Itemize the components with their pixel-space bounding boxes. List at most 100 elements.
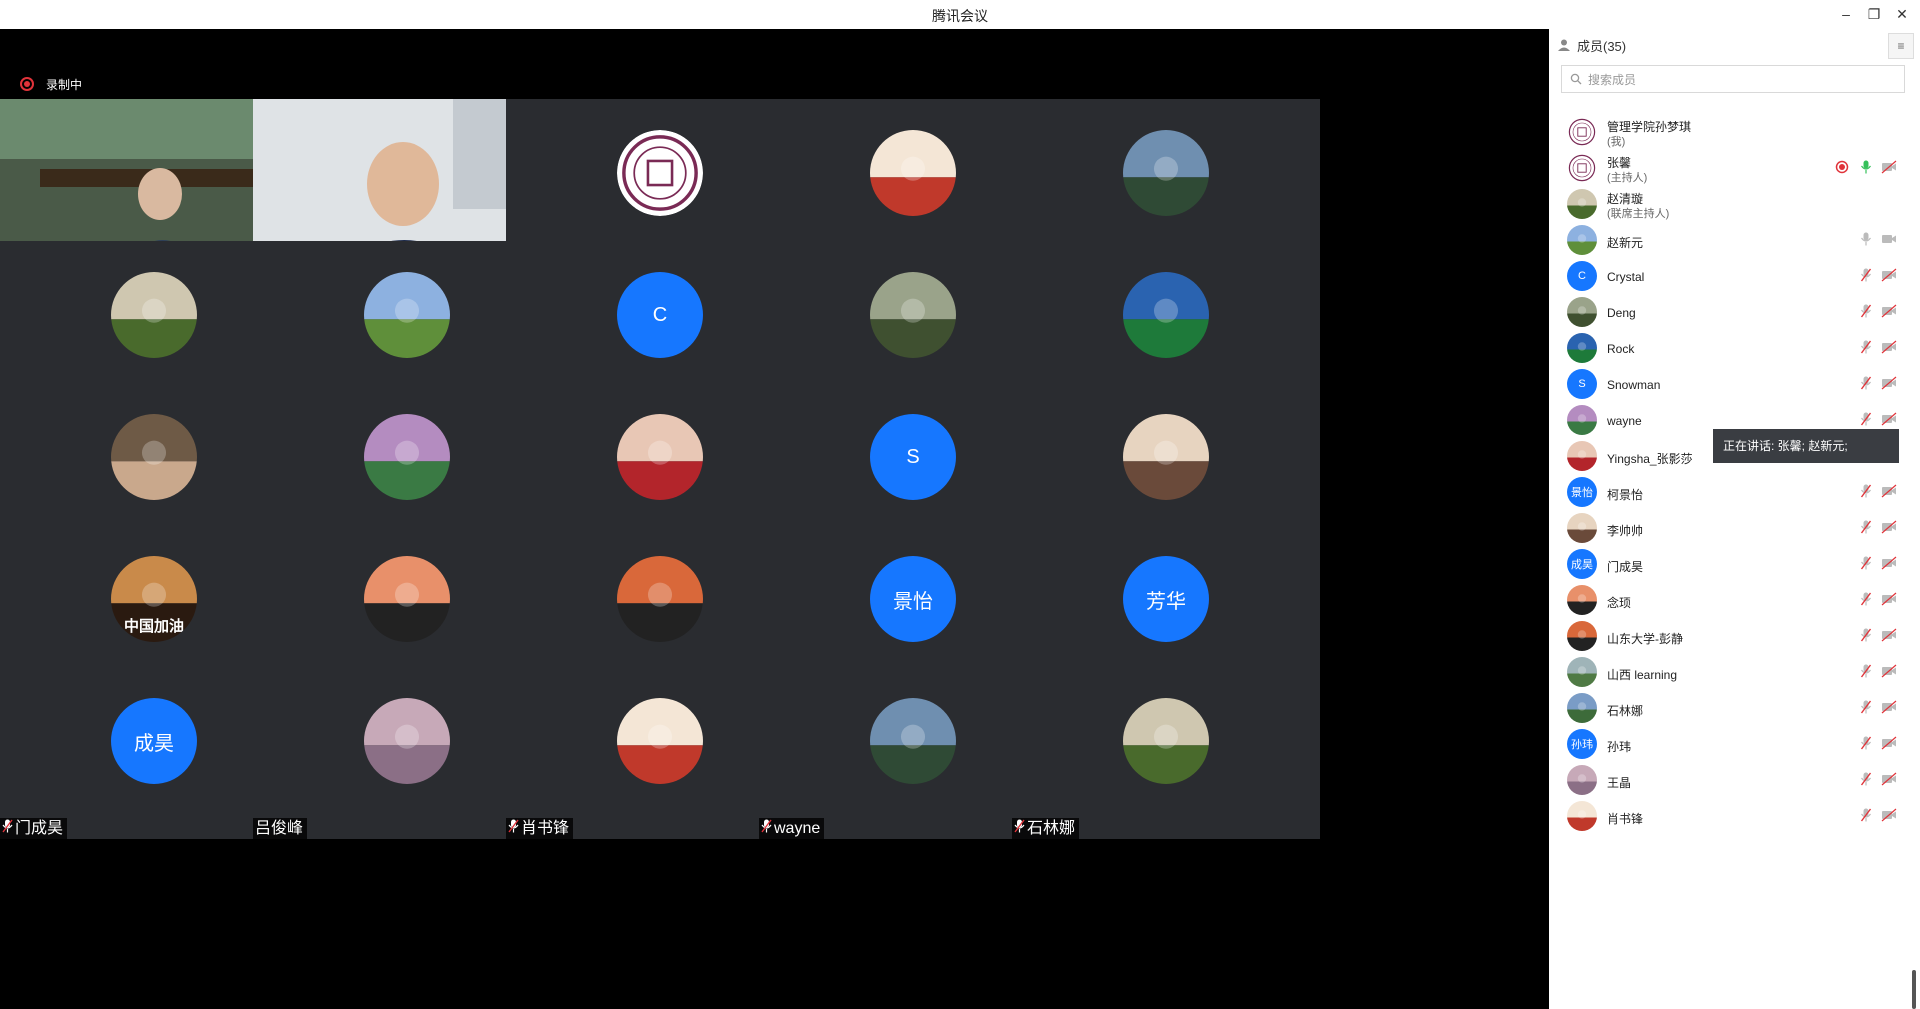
window-title: 腾讯会议 (932, 8, 988, 24)
mic-muted-icon[interactable] (1859, 628, 1873, 642)
mic-icon[interactable] (1859, 160, 1873, 174)
member-row[interactable]: 山西 learning (1549, 651, 1920, 687)
camera-off-icon[interactable] (1881, 592, 1897, 606)
camera-off-icon[interactable] (1881, 268, 1897, 282)
camera-off-icon[interactable] (1881, 412, 1897, 426)
camera-off-icon[interactable] (1881, 340, 1897, 354)
member-list-scrollbar[interactable] (1912, 970, 1916, 1009)
mic-muted-icon[interactable] (1859, 736, 1873, 750)
member-row[interactable]: S Snowman (1549, 363, 1920, 399)
mic-muted-icon (1014, 818, 1027, 839)
member-avatar: 成昊 (1567, 549, 1597, 579)
member-row[interactable]: 肖书锋 (1549, 795, 1920, 831)
member-row[interactable]: Rock (1549, 327, 1920, 363)
participant-avatar (617, 414, 703, 500)
restore-button[interactable]: ❐ (1862, 4, 1886, 24)
member-avatar: 孙玮 (1567, 729, 1597, 759)
camera-off-icon[interactable] (1881, 484, 1897, 498)
mic-muted-icon[interactable] (1859, 268, 1873, 282)
mic-muted-icon[interactable] (1859, 592, 1873, 606)
camera-off-icon[interactable] (1881, 628, 1897, 642)
member-avatar (1567, 333, 1597, 363)
mic-muted-icon[interactable] (1859, 520, 1873, 534)
member-name: 李帅帅 (1607, 524, 1644, 538)
minimize-button[interactable]: – (1834, 4, 1858, 24)
camera-off-icon[interactable] (1881, 736, 1897, 750)
participant-tile[interactable]: 石林娜 (1012, 667, 1320, 839)
member-row[interactable]: 李帅帅 (1549, 507, 1920, 543)
camera-off-icon[interactable] (1881, 664, 1897, 678)
camera-off-icon[interactable] (1881, 700, 1897, 714)
mic-muted-icon[interactable] (1859, 412, 1873, 426)
camera-off-icon[interactable] (1881, 772, 1897, 786)
search-input[interactable]: 搜索成员 (1561, 65, 1905, 93)
member-name: Deng (1607, 306, 1636, 320)
participant-avatar (111, 272, 197, 358)
member-name: wayne (1607, 414, 1642, 428)
member-name: 门成昊 (1607, 560, 1644, 574)
member-row[interactable]: 景怡 柯景怡 (1549, 471, 1920, 507)
camera-off-icon[interactable] (1881, 376, 1897, 390)
panel-menu-button[interactable]: ≡ (1888, 33, 1914, 59)
member-row[interactable]: 念顼 (1549, 579, 1920, 615)
member-avatar (1567, 765, 1597, 795)
participant-avatar (1123, 698, 1209, 784)
camera-off-icon[interactable] (1881, 232, 1896, 246)
participant-name: 吕俊峰 (255, 820, 304, 837)
participant-avatar: S (870, 414, 956, 500)
member-avatar (1567, 621, 1597, 651)
member-row[interactable]: 山东大学-彭静 (1549, 615, 1920, 651)
member-avatar (1567, 297, 1597, 327)
member-row[interactable]: C Crystal (1549, 255, 1920, 291)
member-row[interactable]: 赵清璇 (联席主持人) (1549, 183, 1920, 220)
participant-avatar: C (617, 272, 703, 358)
mic-muted-icon[interactable] (1859, 664, 1873, 678)
mic-muted-icon[interactable] (1859, 772, 1873, 786)
member-avatar (1567, 693, 1597, 723)
member-avatar (1567, 585, 1597, 615)
member-name: 石林娜 (1607, 704, 1644, 718)
participant-avatar (870, 698, 956, 784)
mic-muted-icon[interactable] (1859, 340, 1873, 354)
camera-off-icon[interactable] (1881, 520, 1897, 534)
member-avatar (1567, 513, 1597, 543)
member-avatar (1567, 225, 1597, 255)
member-name: 肖书锋 (1607, 812, 1644, 826)
member-avatar (1567, 657, 1597, 687)
member-row[interactable]: 张馨 (主持人) (1549, 147, 1920, 184)
mic-muted-icon[interactable] (1859, 376, 1873, 390)
member-row[interactable]: 成昊 门成昊 (1549, 543, 1920, 579)
search-icon (1570, 73, 1582, 85)
participant-avatar (870, 130, 956, 216)
mic-icon[interactable] (1859, 232, 1873, 246)
mic-muted-icon[interactable] (1859, 484, 1873, 498)
participant-nameplate: 门成昊 (0, 818, 68, 839)
close-button[interactable]: ✕ (1890, 4, 1914, 24)
mic-muted-icon[interactable] (1859, 304, 1873, 318)
member-avatar (1567, 441, 1597, 471)
speaking-tooltip: 正在讲话: 张馨; 赵新元; (1713, 429, 1899, 463)
member-row[interactable]: 王晶 (1549, 759, 1920, 795)
camera-off-icon[interactable] (1881, 304, 1897, 318)
participant-avatar (1123, 130, 1209, 216)
participant-avatar (617, 698, 703, 784)
recording-icon (1835, 160, 1849, 174)
camera-off-icon[interactable] (1881, 556, 1897, 570)
recording-indicator[interactable]: 录制中 (20, 76, 82, 92)
member-name: Rock (1607, 342, 1635, 356)
camera-off-icon[interactable] (1881, 808, 1897, 822)
search-placeholder: 搜索成员 (1588, 72, 1637, 87)
video-area: 录制中 张馨赵新元管理学院孙梦琪赵清璇薛培琼张高军王晶CCrystal山西 le… (0, 29, 1549, 1009)
participant-avatar: 芳华 (1123, 556, 1209, 642)
mic-muted-icon[interactable] (1859, 556, 1873, 570)
member-row[interactable]: 孙玮 孙玮 (1549, 723, 1920, 759)
member-row[interactable]: Deng (1549, 291, 1920, 327)
participant-avatar: 成昊 (111, 698, 197, 784)
mic-muted-icon[interactable] (1859, 808, 1873, 822)
member-row[interactable]: 赵新元 (1549, 219, 1920, 255)
member-row[interactable]: 管理学院孙梦琪 (我) (1549, 111, 1920, 148)
participant-avatar (364, 556, 450, 642)
mic-muted-icon[interactable] (1859, 700, 1873, 714)
member-row[interactable]: 石林娜 (1549, 687, 1920, 723)
camera-off-icon[interactable] (1881, 160, 1897, 174)
